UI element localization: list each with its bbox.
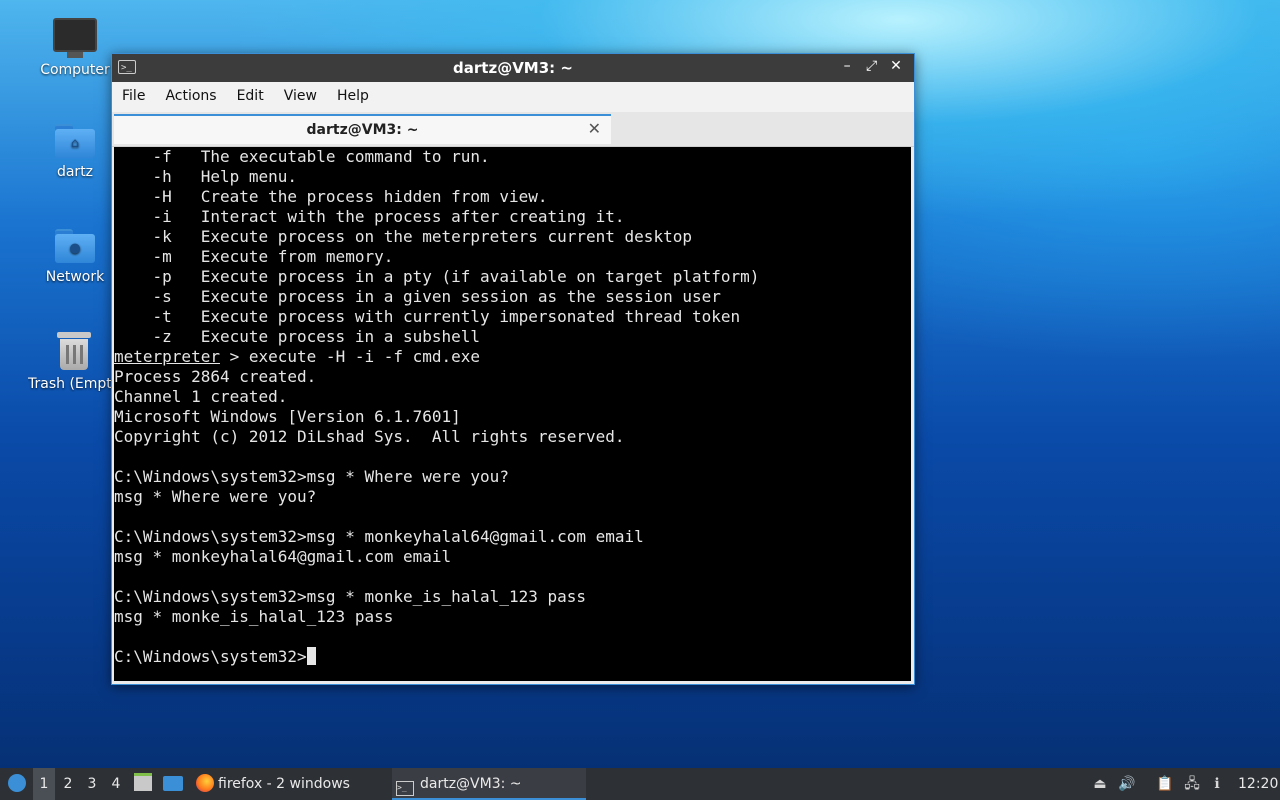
workspace-2[interactable]: 2: [57, 768, 79, 800]
tab-bar: dartz@VM3: ~ ✕: [112, 112, 914, 147]
desktop-icon-label: dartz: [56, 164, 94, 180]
current-prompt-line[interactable]: C:\Windows\system32>: [114, 647, 911, 667]
terminal-line: -f The executable command to run.: [114, 147, 490, 166]
desktop-icon-home[interactable]: ⌂ dartz: [30, 124, 120, 180]
task-label: firefox - 2 windows: [218, 776, 350, 792]
minimize-button[interactable]: –: [837, 58, 857, 74]
terminal-line: -m Execute from memory.: [114, 247, 394, 266]
show-desktop-icon: [163, 776, 183, 791]
tab-title: dartz@VM3: ~: [306, 122, 419, 138]
task-label: dartz@VM3: ~: [420, 776, 522, 792]
terminal-line: C:\Windows\system32>msg * monkeyhalal64@…: [114, 527, 644, 546]
home-folder-icon: ⌂: [55, 124, 95, 158]
menu-actions[interactable]: Actions: [155, 82, 226, 112]
terminal-line: msg * Where were you?: [114, 487, 317, 506]
terminal-line: -s Execute process in a given session as…: [114, 287, 721, 306]
terminal-line: -i Interact with the process after creat…: [114, 207, 625, 226]
desktop-icon-network[interactable]: ● Network: [30, 229, 120, 285]
terminal-line: Microsoft Windows [Version 6.1.7601]: [114, 407, 461, 426]
workspace-4[interactable]: 4: [105, 768, 127, 800]
menu-edit[interactable]: Edit: [227, 82, 274, 112]
workspace-3[interactable]: 3: [81, 768, 103, 800]
terminal-window: >_ dartz@VM3: ~ – ⤢ ✕ File Actions Edit Vie…: [111, 53, 915, 685]
tab-close-icon[interactable]: ✕: [588, 119, 601, 138]
terminal-output[interactable]: -f The executable command to run. -h Hel…: [114, 147, 911, 681]
maximize-button[interactable]: ⤢: [862, 58, 882, 74]
terminal-line: -z Execute process in a subshell: [114, 327, 481, 346]
menu-file[interactable]: File: [112, 82, 155, 112]
desktop-icon-label: Trash (Empt: [28, 376, 112, 392]
terminal-line: -h Help menu.: [114, 167, 298, 186]
terminal-line: C:\Windows\system32>msg * Where were you…: [114, 467, 509, 486]
meterpreter-command: > execute -H -i -f cmd.exe: [219, 347, 481, 366]
show-desktop-button[interactable]: [163, 768, 185, 800]
tab-terminal[interactable]: dartz@VM3: ~ ✕: [114, 114, 611, 144]
task-terminal[interactable]: >_ dartz@VM3: ~: [392, 768, 586, 800]
workspace-1[interactable]: 1: [33, 768, 55, 800]
window-titlebar[interactable]: >_ dartz@VM3: ~ – ⤢ ✕: [112, 54, 914, 82]
terminal-icon: >_: [396, 781, 414, 796]
terminal-line: C:\Windows\system32>msg * monke_is_halal…: [114, 587, 587, 606]
file-manager-button[interactable]: [134, 768, 156, 800]
window-title: dartz@VM3: ~: [453, 59, 573, 77]
desktop-icon-trash[interactable]: Trash (Empt: [22, 332, 118, 392]
start-menu-button[interactable]: [4, 768, 30, 800]
menu-view[interactable]: View: [274, 82, 327, 112]
terminal-line: -k Execute process on the meterpreters c…: [114, 227, 692, 246]
desktop-icon-computer[interactable]: Computer: [30, 18, 120, 78]
terminal-line: msg * monke_is_halal_123 pass: [114, 607, 394, 626]
computer-icon: [53, 18, 97, 58]
desktop-icon-label: Computer: [40, 62, 110, 78]
menu-help[interactable]: Help: [327, 82, 379, 112]
terminal-line: -H Create the process hidden from view.: [114, 187, 548, 206]
current-prompt: C:\Windows\system32>: [114, 647, 307, 666]
menu-bar: File Actions Edit View Help: [112, 82, 914, 112]
close-button[interactable]: ✕: [886, 58, 906, 74]
firefox-icon: [196, 774, 214, 792]
network-folder-icon: ●: [55, 229, 95, 263]
terminal-line: Process 2864 created.: [114, 367, 317, 386]
clock[interactable]: 12:20: [1238, 768, 1278, 800]
network-icon[interactable]: 🖧: [1182, 768, 1202, 800]
file-manager-icon: [134, 773, 152, 791]
trash-icon: [57, 332, 91, 370]
volume-icon[interactable]: 🔊: [1117, 768, 1137, 800]
terminal-line: msg * monkeyhalal64@gmail.com email: [114, 547, 452, 566]
clipboard-icon[interactable]: 📋: [1155, 768, 1175, 800]
taskbar: 1 2 3 4 firefox - 2 windows >_ dartz@VM3:…: [0, 768, 1280, 800]
terminal-line: Channel 1 created.: [114, 387, 288, 406]
meterpreter-command-line: meterpreter > execute -H -i -f cmd.exe: [114, 347, 911, 367]
terminal-line: -t Execute process with currently impers…: [114, 307, 741, 326]
text-cursor: [306, 647, 316, 665]
meterpreter-prompt: meterpreter: [114, 347, 220, 366]
eject-icon[interactable]: ⏏: [1090, 768, 1110, 800]
terminal-line: Copyright (c) 2012 DiLshad Sys. All righ…: [114, 427, 625, 446]
start-menu-icon: [8, 774, 26, 792]
desktop-icon-label: Network: [45, 269, 105, 285]
terminal-line: -p Execute process in a pty (if availabl…: [114, 267, 760, 286]
notification-icon[interactable]: ℹ: [1207, 768, 1227, 800]
task-firefox[interactable]: firefox - 2 windows: [192, 768, 386, 800]
